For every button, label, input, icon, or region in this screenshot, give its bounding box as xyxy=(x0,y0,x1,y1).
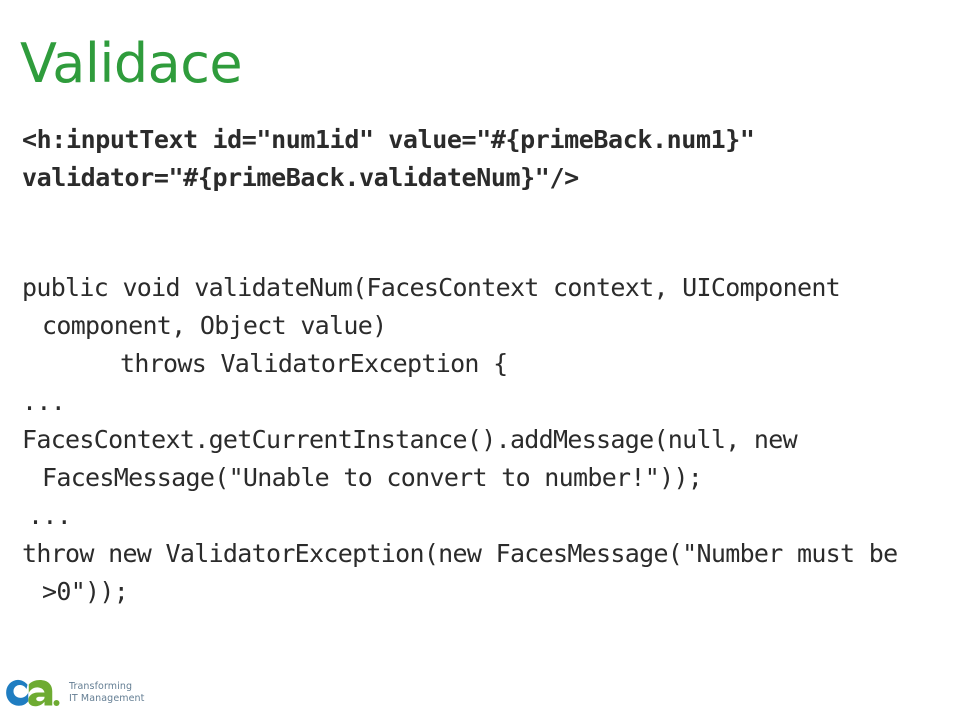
java-line-1: public void validateNum(FacesContext con… xyxy=(22,273,855,340)
markup-line-2: validator="#{primeBack.validateNum}"/> xyxy=(22,163,579,192)
tagline-line-1: Transforming xyxy=(69,681,133,693)
ca-logo-icon xyxy=(6,679,60,707)
java-line-2: throws ValidatorException { xyxy=(120,349,508,378)
ca-logo-tagline: Transforming IT Management xyxy=(69,681,145,705)
code-block-java: public void validateNum(FacesContext con… xyxy=(0,269,960,611)
slide-body: <h:inputText id="num1id" value="#{primeB… xyxy=(0,96,960,636)
java-code: public void validateNum(FacesContext con… xyxy=(22,269,958,611)
tagline-line-2: IT Management xyxy=(69,693,145,704)
markup-line-1: <h:inputText id="num1id" value="#{primeB… xyxy=(22,125,755,154)
markup-code: <h:inputText id="num1id" value="#{primeB… xyxy=(22,125,946,197)
java-line-6: throw new ValidatorException(new FacesMe… xyxy=(22,539,912,606)
java-line-5-ellipsis: ... xyxy=(28,501,72,530)
java-line-4: FacesContext.getCurrentInstance().addMes… xyxy=(22,425,812,492)
page-title: Validace xyxy=(20,32,243,96)
code-block-markup: <h:inputText id="num1id" value="#{primeB… xyxy=(0,121,960,197)
java-line-3-ellipsis: ... xyxy=(22,387,66,416)
slide: Validace <h:inputText id="num1id" value=… xyxy=(0,0,960,714)
ca-logo: Transforming IT Management xyxy=(4,676,145,710)
